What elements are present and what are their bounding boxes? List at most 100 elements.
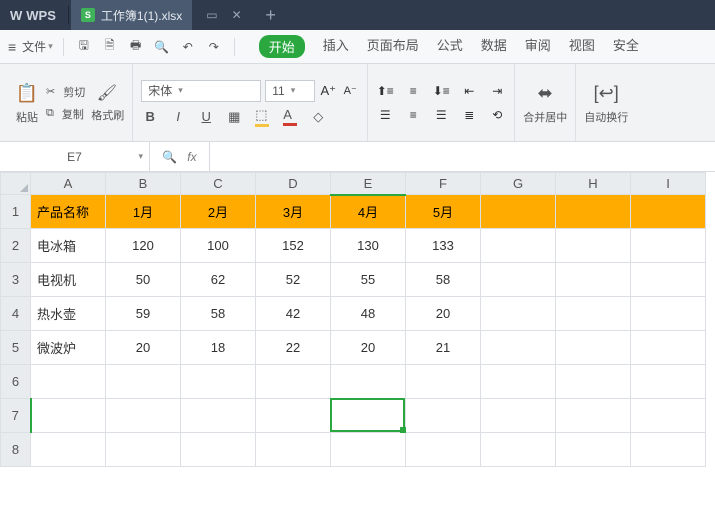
name-box[interactable]: E7 ▾: [0, 142, 150, 171]
col-header-D[interactable]: D: [256, 173, 331, 195]
align-right-icon[interactable]: ☰: [432, 106, 450, 124]
col-header-C[interactable]: C: [181, 173, 256, 195]
cell[interactable]: [256, 365, 331, 399]
cell[interactable]: [256, 433, 331, 467]
cell[interactable]: [481, 229, 556, 263]
cell[interactable]: [481, 195, 556, 229]
row-header[interactable]: 7: [1, 399, 31, 433]
wrap-text-button[interactable]: [↩] 自动换行: [584, 81, 628, 125]
cell[interactable]: 120: [106, 229, 181, 263]
border-button[interactable]: ▦: [225, 108, 243, 126]
merge-center-button[interactable]: ⬌ 合并居中: [523, 81, 567, 125]
row-header[interactable]: 2: [1, 229, 31, 263]
col-header-G[interactable]: G: [481, 173, 556, 195]
row-header[interactable]: 8: [1, 433, 31, 467]
file-menu[interactable]: 文件 ▾: [22, 38, 53, 55]
cell[interactable]: [406, 365, 481, 399]
tab-view[interactable]: 视图: [569, 35, 595, 58]
font-size-select[interactable]: 11 ▾: [265, 80, 315, 102]
print-icon[interactable]: 🖶: [126, 37, 146, 57]
cell[interactable]: [31, 399, 106, 433]
save-as-icon[interactable]: 🗎: [100, 37, 120, 57]
redo-icon[interactable]: ↷: [204, 37, 224, 57]
cell[interactable]: [31, 433, 106, 467]
cell[interactable]: 1月: [106, 195, 181, 229]
cell[interactable]: 42: [256, 297, 331, 331]
cell[interactable]: 5月: [406, 195, 481, 229]
formula-input[interactable]: [210, 142, 715, 171]
cell[interactable]: 48: [331, 297, 406, 331]
cell[interactable]: [631, 331, 706, 365]
new-tab-button[interactable]: +: [256, 5, 286, 26]
cell[interactable]: [556, 331, 631, 365]
cell[interactable]: 产品名称: [31, 195, 106, 229]
cell[interactable]: 130: [331, 229, 406, 263]
cell[interactable]: [631, 229, 706, 263]
col-header-H[interactable]: H: [556, 173, 631, 195]
cell[interactable]: [631, 195, 706, 229]
undo-icon[interactable]: ↶: [178, 37, 198, 57]
align-bottom-icon[interactable]: ⬇≡: [432, 82, 450, 100]
row-header[interactable]: 6: [1, 365, 31, 399]
print-preview-icon[interactable]: 🔍: [152, 37, 172, 57]
cell[interactable]: 52: [256, 263, 331, 297]
decrease-font-icon[interactable]: A⁻: [341, 82, 359, 100]
cell[interactable]: [481, 297, 556, 331]
align-middle-icon[interactable]: ≡: [404, 82, 422, 100]
cell[interactable]: [481, 399, 556, 433]
cell[interactable]: 18: [181, 331, 256, 365]
cell[interactable]: 4月: [331, 195, 406, 229]
underline-button[interactable]: U: [197, 108, 215, 126]
col-header-E[interactable]: E: [331, 173, 406, 195]
copy-button[interactable]: ⧉ 复制: [46, 106, 85, 122]
cell[interactable]: 62: [181, 263, 256, 297]
cell[interactable]: [556, 365, 631, 399]
select-all-corner[interactable]: [1, 173, 31, 195]
cell[interactable]: 2月: [181, 195, 256, 229]
cell[interactable]: 55: [331, 263, 406, 297]
cell[interactable]: [106, 399, 181, 433]
indent-decrease-icon[interactable]: ⇤: [460, 82, 478, 100]
save-icon[interactable]: 🖫: [74, 37, 94, 57]
col-header-I[interactable]: I: [631, 173, 706, 195]
cell[interactable]: [481, 331, 556, 365]
tab-data[interactable]: 数据: [481, 35, 507, 58]
cell[interactable]: [481, 263, 556, 297]
row-header[interactable]: 3: [1, 263, 31, 297]
cell[interactable]: 3月: [256, 195, 331, 229]
cell[interactable]: 热水壶: [31, 297, 106, 331]
align-left-icon[interactable]: ☰: [376, 106, 394, 124]
format-painter-button[interactable]: 🖌 格式刷: [91, 83, 124, 123]
row-header[interactable]: 1: [1, 195, 31, 229]
cell[interactable]: 58: [181, 297, 256, 331]
row-header[interactable]: 5: [1, 331, 31, 365]
cell[interactable]: 20: [106, 331, 181, 365]
tab-insert[interactable]: 插入: [323, 35, 349, 58]
cell[interactable]: 电视机: [31, 263, 106, 297]
tab-formula[interactable]: 公式: [437, 35, 463, 58]
cell[interactable]: [481, 365, 556, 399]
cell[interactable]: [556, 263, 631, 297]
cell[interactable]: 21: [406, 331, 481, 365]
cell[interactable]: 22: [256, 331, 331, 365]
hamburger-icon[interactable]: ≡: [8, 39, 16, 55]
cell[interactable]: [331, 365, 406, 399]
tab-close-icon[interactable]: ✕: [232, 8, 242, 22]
zoom-icon[interactable]: 🔍: [162, 150, 177, 164]
cell[interactable]: [556, 399, 631, 433]
cell[interactable]: 133: [406, 229, 481, 263]
cell[interactable]: [481, 433, 556, 467]
align-top-icon[interactable]: ⬆≡: [376, 82, 394, 100]
tab-review[interactable]: 审阅: [525, 35, 551, 58]
cell[interactable]: [631, 365, 706, 399]
cell[interactable]: [406, 433, 481, 467]
paste-button[interactable]: 📋 粘贴: [14, 81, 40, 125]
cell[interactable]: 100: [181, 229, 256, 263]
cell[interactable]: 59: [106, 297, 181, 331]
cut-button[interactable]: ✂ 剪切: [46, 84, 85, 100]
cell[interactable]: [631, 297, 706, 331]
document-tab[interactable]: S 工作簿1(1).xlsx: [71, 0, 192, 30]
indent-increase-icon[interactable]: ⇥: [488, 82, 506, 100]
cell[interactable]: 20: [406, 297, 481, 331]
clear-format-button[interactable]: ◇: [309, 108, 327, 126]
